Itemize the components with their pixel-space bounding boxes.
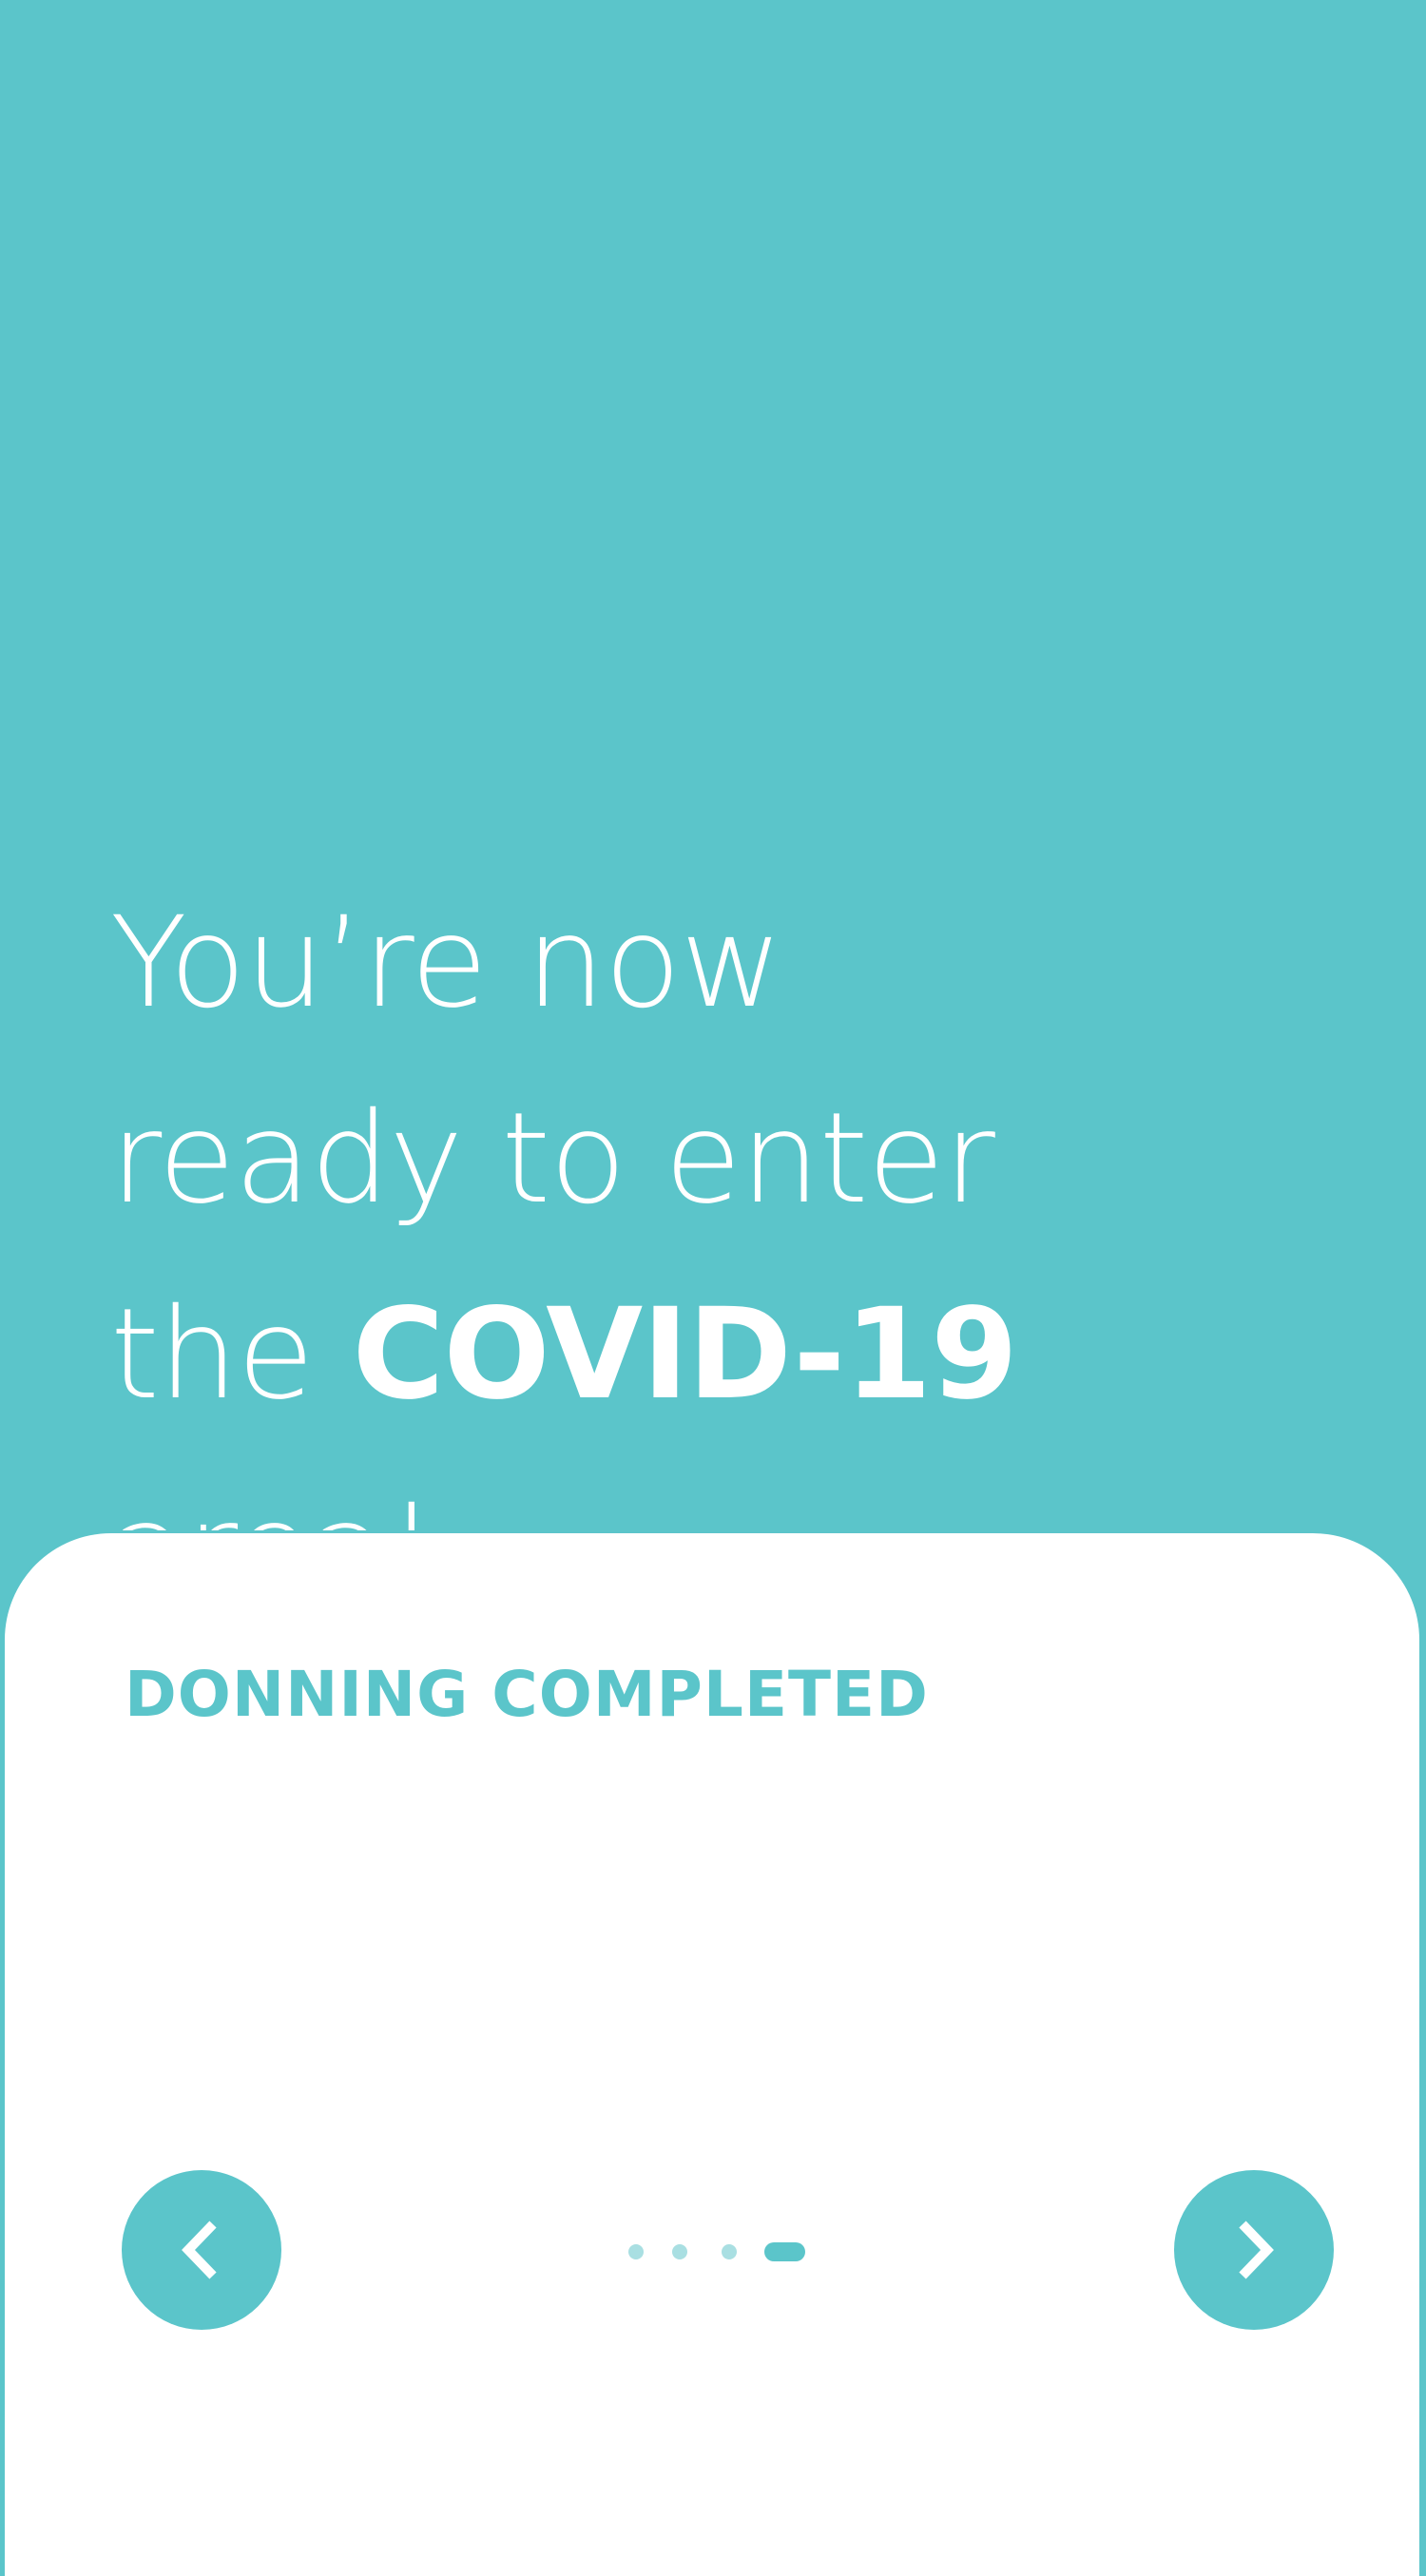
headline-line-3-emphasis: COVID-19	[352, 1281, 1018, 1428]
page-dot-1[interactable]	[628, 2244, 644, 2259]
page-dot-3[interactable]	[722, 2244, 737, 2259]
chevron-left-icon	[182, 2220, 217, 2279]
previous-button[interactable]	[122, 2170, 281, 2330]
headline-line-3-prefix: the	[110, 1281, 353, 1428]
headline-line-1: You’re now	[110, 890, 782, 1036]
headline-line-2: ready to enter	[110, 1086, 995, 1232]
page-dot-2[interactable]	[672, 2244, 687, 2259]
next-button[interactable]	[1174, 2170, 1334, 2330]
chevron-right-icon	[1239, 2220, 1274, 2279]
pagination-dots	[623, 2241, 813, 2261]
completion-card: DONNING COMPLETED	[2, 1530, 1422, 2576]
card-title: DONNING COMPLETED	[125, 1658, 929, 1731]
page-dot-4-active[interactable]	[764, 2242, 805, 2261]
